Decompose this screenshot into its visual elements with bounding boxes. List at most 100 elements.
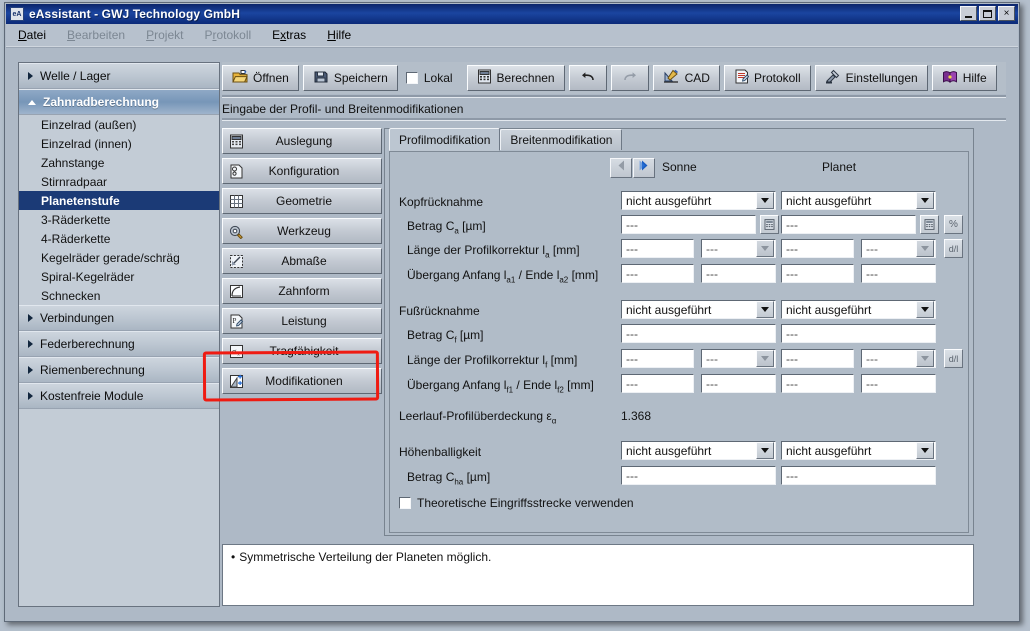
kopf-ca-percent-button[interactable]: % [944, 215, 963, 234]
kopf-la-planet-1[interactable]: --- [781, 239, 854, 258]
sidebar-item-stirnradpaar[interactable]: Stirnradpaar [19, 172, 219, 191]
sidebar-group-riemenberechnung[interactable]: Riemenberechnung [19, 357, 219, 383]
local-checkbox[interactable]: Lokal [402, 71, 463, 85]
minimize-button[interactable] [960, 6, 977, 21]
fuss-cf-sonne[interactable]: --- [621, 324, 776, 343]
kopf-mode-sonne[interactable]: nicht ausgeführt [621, 191, 776, 210]
sidebar-item-schnecken[interactable]: Schnecken [19, 286, 219, 305]
cad-button[interactable]: CAD [653, 65, 720, 91]
module-button-abmasse[interactable]: Abmaße [222, 248, 382, 274]
hoehenballigkeit-mode-sonne[interactable]: nicht ausgeführt [621, 441, 776, 460]
chevron-down-icon[interactable] [916, 240, 934, 257]
checkbox-icon[interactable] [406, 72, 418, 84]
redo-button[interactable] [611, 65, 649, 91]
open-button[interactable]: Öffnen [222, 65, 299, 91]
tab-profilmodifikation[interactable]: Profilmodifikation [389, 128, 500, 151]
fuss-lf-sonne-1[interactable]: --- [621, 349, 694, 368]
fuss-ueb-sonne-2[interactable]: --- [701, 374, 776, 393]
sidebar-group-federberechnung[interactable]: Federberechnung [19, 331, 219, 357]
sidebar-item-einzelrad-aussen[interactable]: Einzelrad (außen) [19, 115, 219, 134]
tab-breitenmodifikation[interactable]: Breitenmodifikation [500, 129, 622, 150]
fuss-mode-planet[interactable]: nicht ausgeführt [781, 300, 936, 319]
kopf-ca-planet[interactable]: --- [781, 215, 916, 234]
sidebar-group-zahnradberechnung[interactable]: Zahnradberechnung [19, 89, 219, 115]
chevron-down-icon[interactable] [756, 350, 774, 367]
kopf-ca-sonne-calc-button[interactable] [760, 215, 779, 234]
menu-protokoll[interactable]: Protokoll [204, 28, 251, 42]
kopf-la-sonne-1[interactable]: --- [621, 239, 694, 258]
prev-arrow-button[interactable] [610, 158, 632, 178]
kopf-ueb-sonne-1[interactable]: --- [621, 264, 694, 283]
chevron-down-icon[interactable] [916, 192, 934, 209]
chevron-down-icon[interactable] [916, 301, 934, 318]
kopf-ca-sonne[interactable]: --- [621, 215, 756, 234]
kopf-ueb-planet-1[interactable]: --- [781, 264, 854, 283]
fuss-mode-sonne[interactable]: nicht ausgeführt [621, 300, 776, 319]
sidebar-item-4-raederkette[interactable]: 4-Räderkette [19, 229, 219, 248]
kopf-mode-planet[interactable]: nicht ausgeführt [781, 191, 936, 210]
sidebar-item-spiral-kegelraeder[interactable]: Spiral-Kegelräder [19, 267, 219, 286]
chevron-down-icon[interactable] [756, 442, 774, 459]
fuss-lf-planet-2[interactable]: --- [861, 349, 936, 368]
menu-extras[interactable]: Extras [272, 28, 306, 42]
menu-projekt[interactable]: Projekt [146, 28, 183, 42]
sidebar-item-zahnstange[interactable]: Zahnstange [19, 153, 219, 172]
module-button-tragfaehigkeit[interactable]: σx Tragfähigkeit [222, 338, 382, 364]
help-button[interactable]: Hilfe [932, 65, 997, 91]
module-button-label: Leistung [245, 314, 381, 328]
module-button-modifikationen[interactable]: Modifikationen [222, 368, 382, 394]
sidebar-item-kegelraeder[interactable]: Kegelräder gerade/schräg [19, 248, 219, 267]
menu-bearbeiten[interactable]: Bearbeiten [67, 28, 125, 42]
sidebar-item-planetenstufe[interactable]: Planetenstufe [19, 191, 219, 210]
app-icon: eA [10, 7, 24, 21]
kopf-la-dl-button[interactable]: d/l [944, 239, 963, 258]
hoehenballigkeit-mode-planet[interactable]: nicht ausgeführt [781, 441, 936, 460]
fuss-lf-dl-button[interactable]: d/l [944, 349, 963, 368]
kopf-la-sonne-2[interactable]: --- [701, 239, 776, 258]
fuss-ueb-planet-2[interactable]: --- [861, 374, 936, 393]
fuss-lf-planet-1[interactable]: --- [781, 349, 854, 368]
report-icon [734, 69, 749, 87]
sidebar-item-3-raederkette[interactable]: 3-Räderkette [19, 210, 219, 229]
sidebar-group-verbindungen[interactable]: Verbindungen [19, 305, 219, 331]
protocol-button[interactable]: Protokoll [724, 65, 811, 91]
kopf-la-planet-2[interactable]: --- [861, 239, 936, 258]
save-button[interactable]: Speichern [303, 65, 398, 91]
cha-sonne[interactable]: --- [621, 466, 776, 485]
undo-arrow-icon [580, 71, 596, 86]
module-button-konfiguration[interactable]: Konfiguration [222, 158, 382, 184]
module-button-werkzeug[interactable]: Werkzeug [222, 218, 382, 244]
module-button-leistung[interactable]: P Leistung [222, 308, 382, 334]
fuss-lf-sonne-2[interactable]: --- [701, 349, 776, 368]
menu-hilfe[interactable]: Hilfe [327, 28, 351, 42]
chevron-down-icon[interactable] [756, 301, 774, 318]
checkbox-icon[interactable] [399, 497, 411, 509]
sidebar-group-kostenfreie-module[interactable]: Kostenfreie Module [19, 383, 219, 409]
close-button[interactable]: × [998, 6, 1015, 21]
fuss-ueb-sonne-1[interactable]: --- [621, 374, 694, 393]
application-window: eA eAssistant - GWJ Technology GmbH × Da… [0, 0, 1030, 631]
kopf-ca-planet-calc-button[interactable] [920, 215, 939, 234]
chevron-down-icon[interactable] [756, 192, 774, 209]
calculate-button[interactable]: Berechnen [467, 65, 565, 91]
settings-button[interactable]: Einstellungen [815, 65, 928, 91]
kopf-ueb-sonne-2[interactable]: --- [701, 264, 776, 283]
undo-button[interactable] [569, 65, 607, 91]
module-button-geometrie[interactable]: Geometrie [222, 188, 382, 214]
sidebar-item-einzelrad-innen[interactable]: Einzelrad (innen) [19, 134, 219, 153]
kopf-ueb-planet-2[interactable]: --- [861, 264, 936, 283]
sidebar-group-welle-lager[interactable]: Welle / Lager [19, 63, 219, 89]
maximize-button[interactable] [979, 6, 996, 21]
label-uebergang-f: Übergang Anfang lf1 / Ende lf2 [mm] [407, 378, 594, 392]
next-arrow-button[interactable] [633, 158, 655, 178]
module-button-auslegung[interactable]: Auslegung [222, 128, 382, 154]
fuss-cf-planet[interactable]: --- [781, 324, 936, 343]
cha-planet[interactable]: --- [781, 466, 936, 485]
chevron-down-icon[interactable] [916, 350, 934, 367]
chevron-down-icon[interactable] [756, 240, 774, 257]
fuss-ueb-planet-1[interactable]: --- [781, 374, 854, 393]
module-button-zahnform[interactable]: Zahnform [222, 278, 382, 304]
menu-datei[interactable]: Datei [18, 28, 46, 42]
theoretische-eingriffsstrecke-checkbox[interactable]: Theoretische Eingriffsstrecke verwenden [399, 496, 634, 510]
chevron-down-icon[interactable] [916, 442, 934, 459]
